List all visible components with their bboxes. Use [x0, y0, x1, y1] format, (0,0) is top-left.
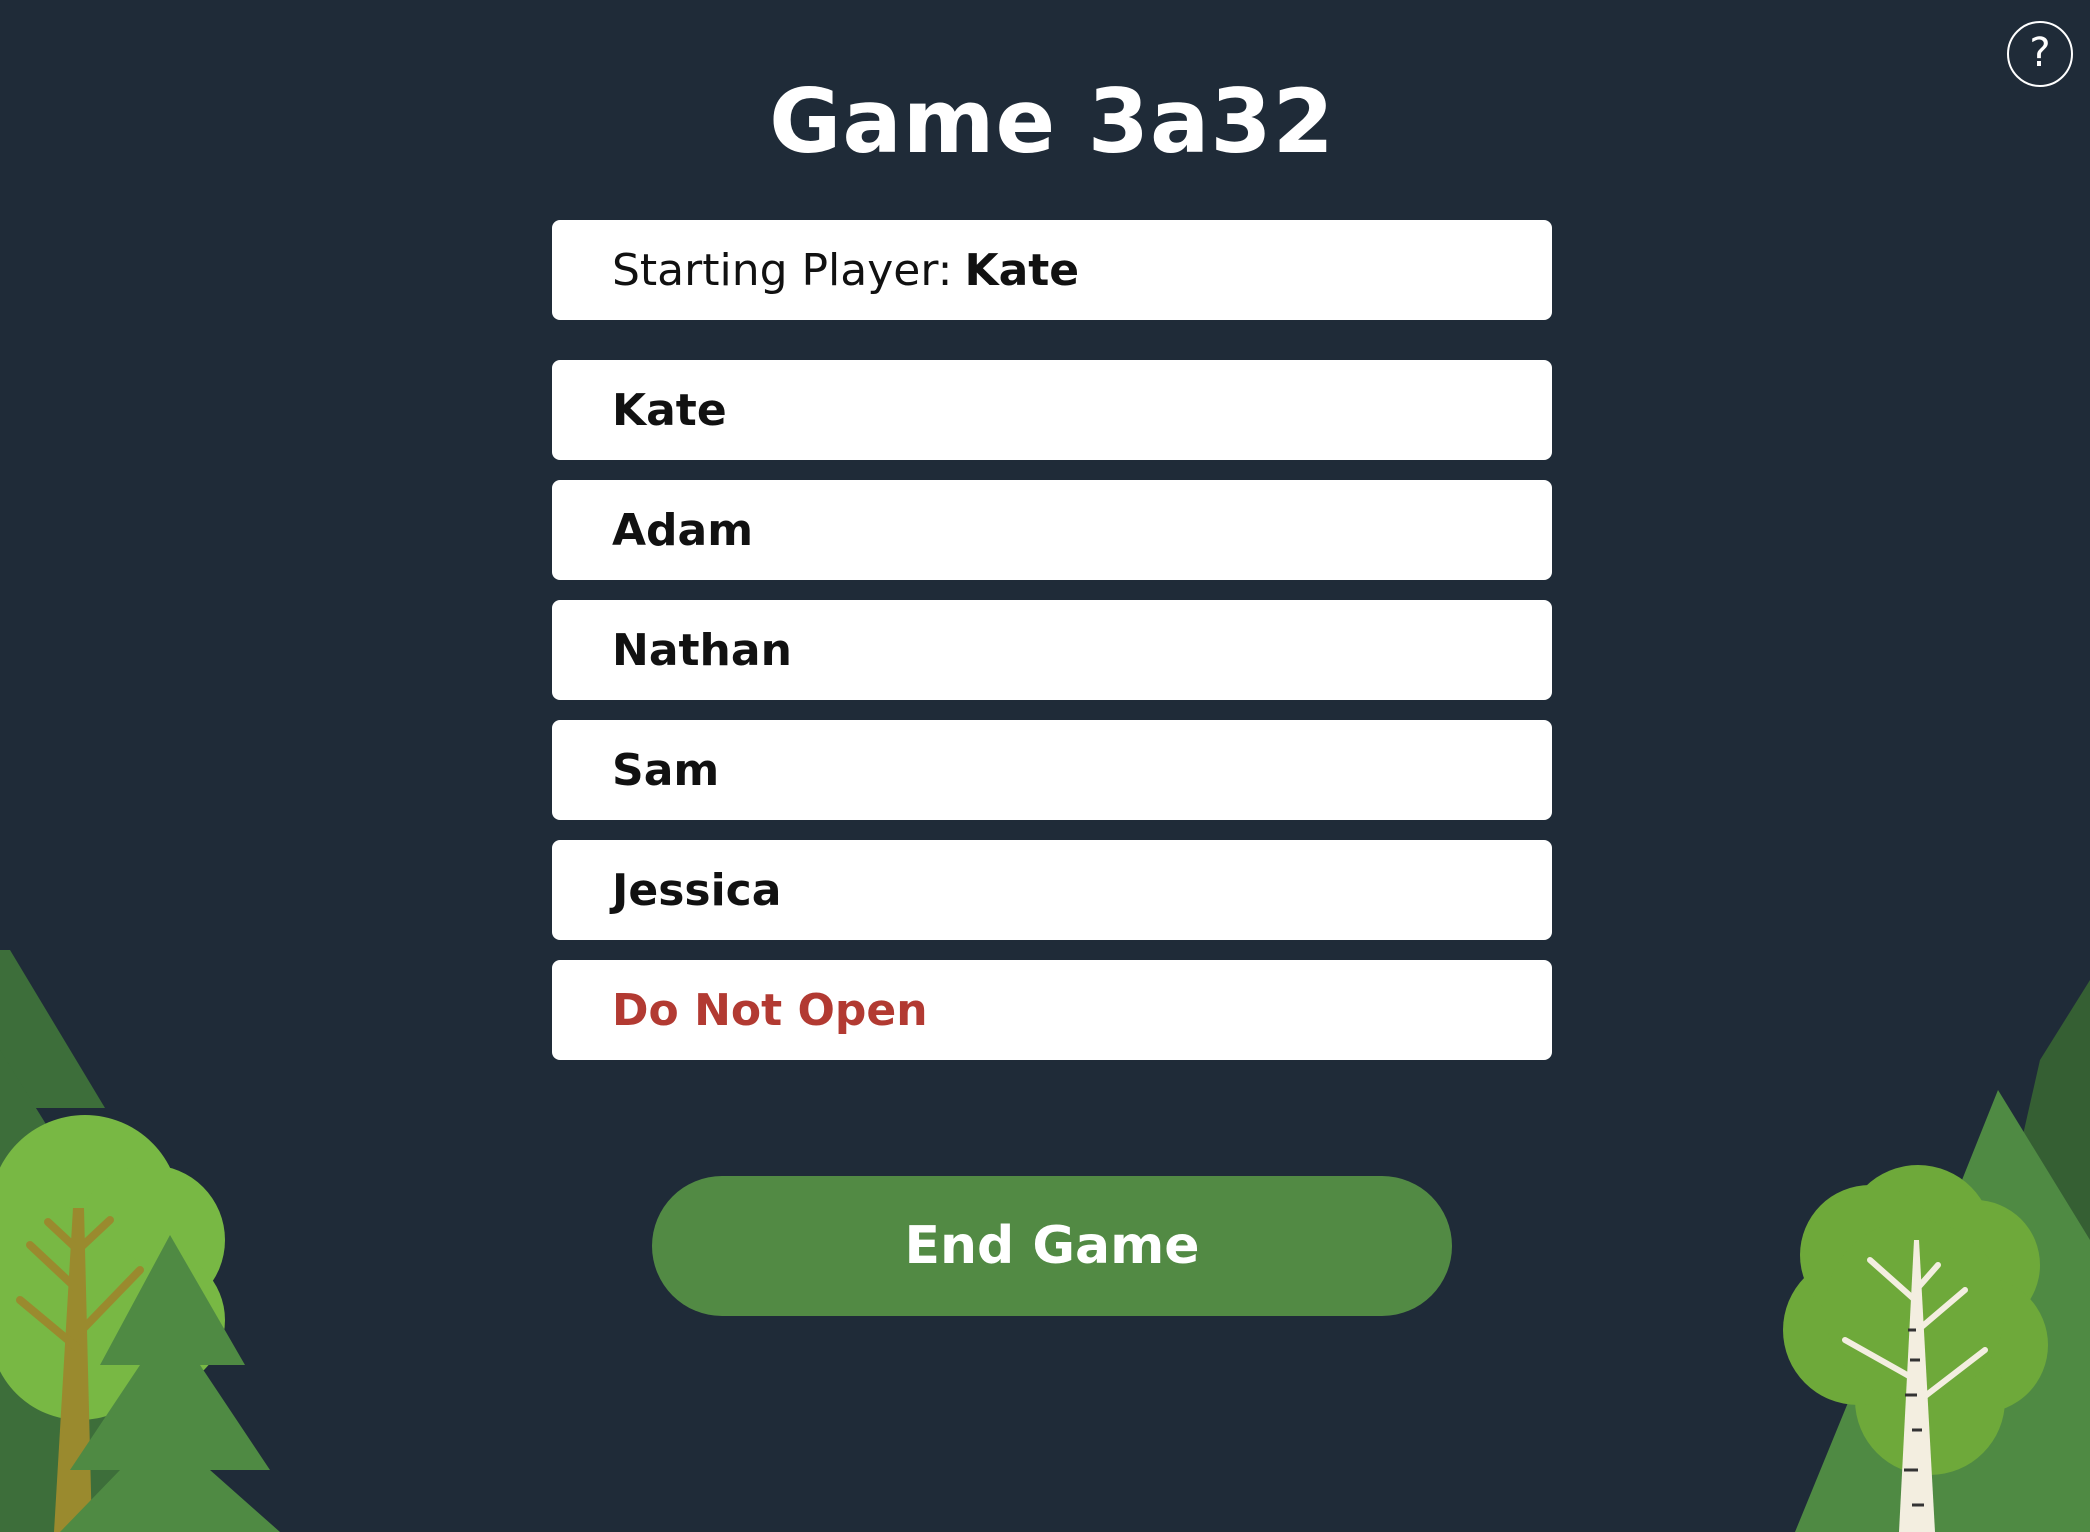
do-not-open-item[interactable]: Do Not Open	[552, 960, 1552, 1060]
right-trees	[1783, 980, 2090, 1532]
player-name: Jessica	[612, 864, 782, 916]
starting-player-label: Starting Player:	[612, 244, 953, 296]
starting-player-name: Kate	[964, 244, 1080, 296]
player-item[interactable]: Kate	[552, 360, 1552, 460]
game-screen: ? Game 3a32 Starting Player: Kate Kate A…	[0, 0, 2090, 1532]
page-title: Game 3a32	[769, 70, 1335, 173]
player-name: Nathan	[612, 624, 792, 676]
player-name: Kate	[612, 384, 727, 436]
player-name: Adam	[612, 504, 754, 556]
player-name: Sam	[612, 744, 720, 796]
player-item[interactable]: Sam	[552, 720, 1552, 820]
left-trees	[0, 950, 280, 1532]
end-game-button[interactable]: End Game	[652, 1176, 1452, 1316]
starting-player-card: Starting Player: Kate	[552, 220, 1552, 320]
do-not-open-label: Do Not Open	[612, 984, 928, 1036]
player-item[interactable]: Jessica	[552, 840, 1552, 940]
player-item[interactable]: Adam	[552, 480, 1552, 580]
player-item[interactable]: Nathan	[552, 600, 1552, 700]
